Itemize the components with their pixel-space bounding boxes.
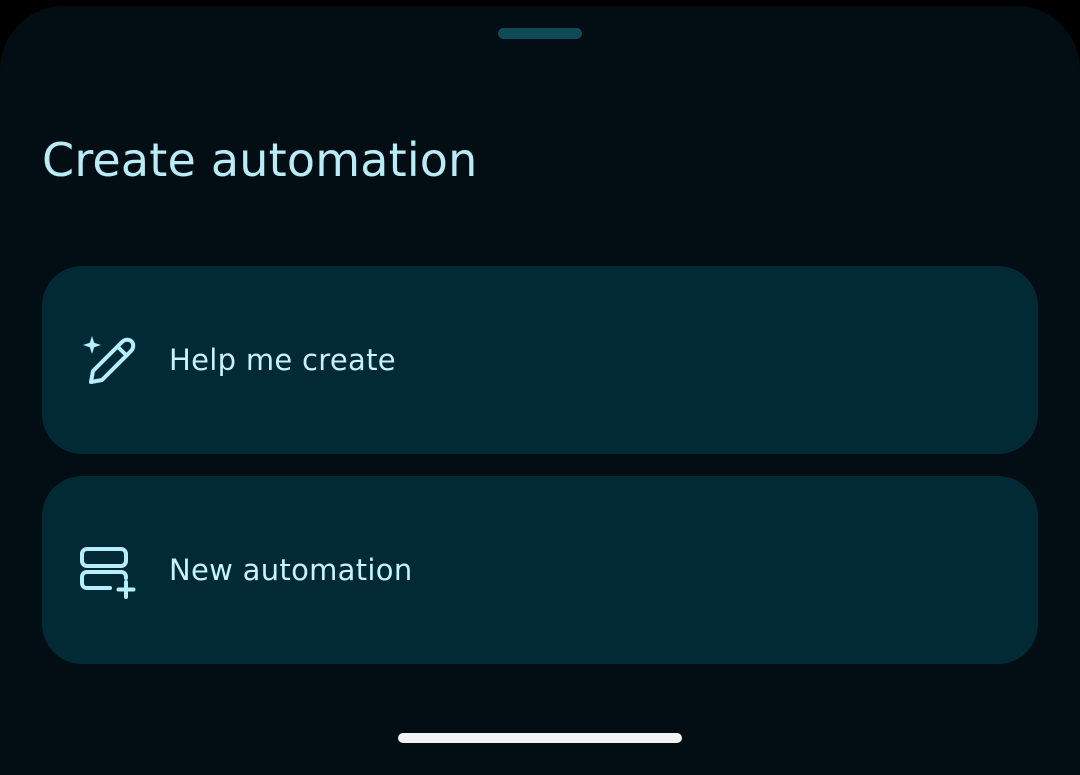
- new-automation-label: New automation: [169, 553, 413, 587]
- drag-handle[interactable]: [498, 28, 582, 39]
- sheet-title: Create automation: [42, 133, 478, 187]
- add-automation-icon: [80, 547, 136, 599]
- sparkle-pen-icon: [83, 336, 136, 384]
- new-automation-button[interactable]: New automation: [42, 476, 1038, 664]
- help-me-create-label: Help me create: [169, 343, 396, 377]
- bottom-sheet: Create automation Help me create New aut…: [0, 6, 1080, 775]
- home-indicator[interactable]: [398, 733, 682, 743]
- help-me-create-button[interactable]: Help me create: [42, 266, 1038, 454]
